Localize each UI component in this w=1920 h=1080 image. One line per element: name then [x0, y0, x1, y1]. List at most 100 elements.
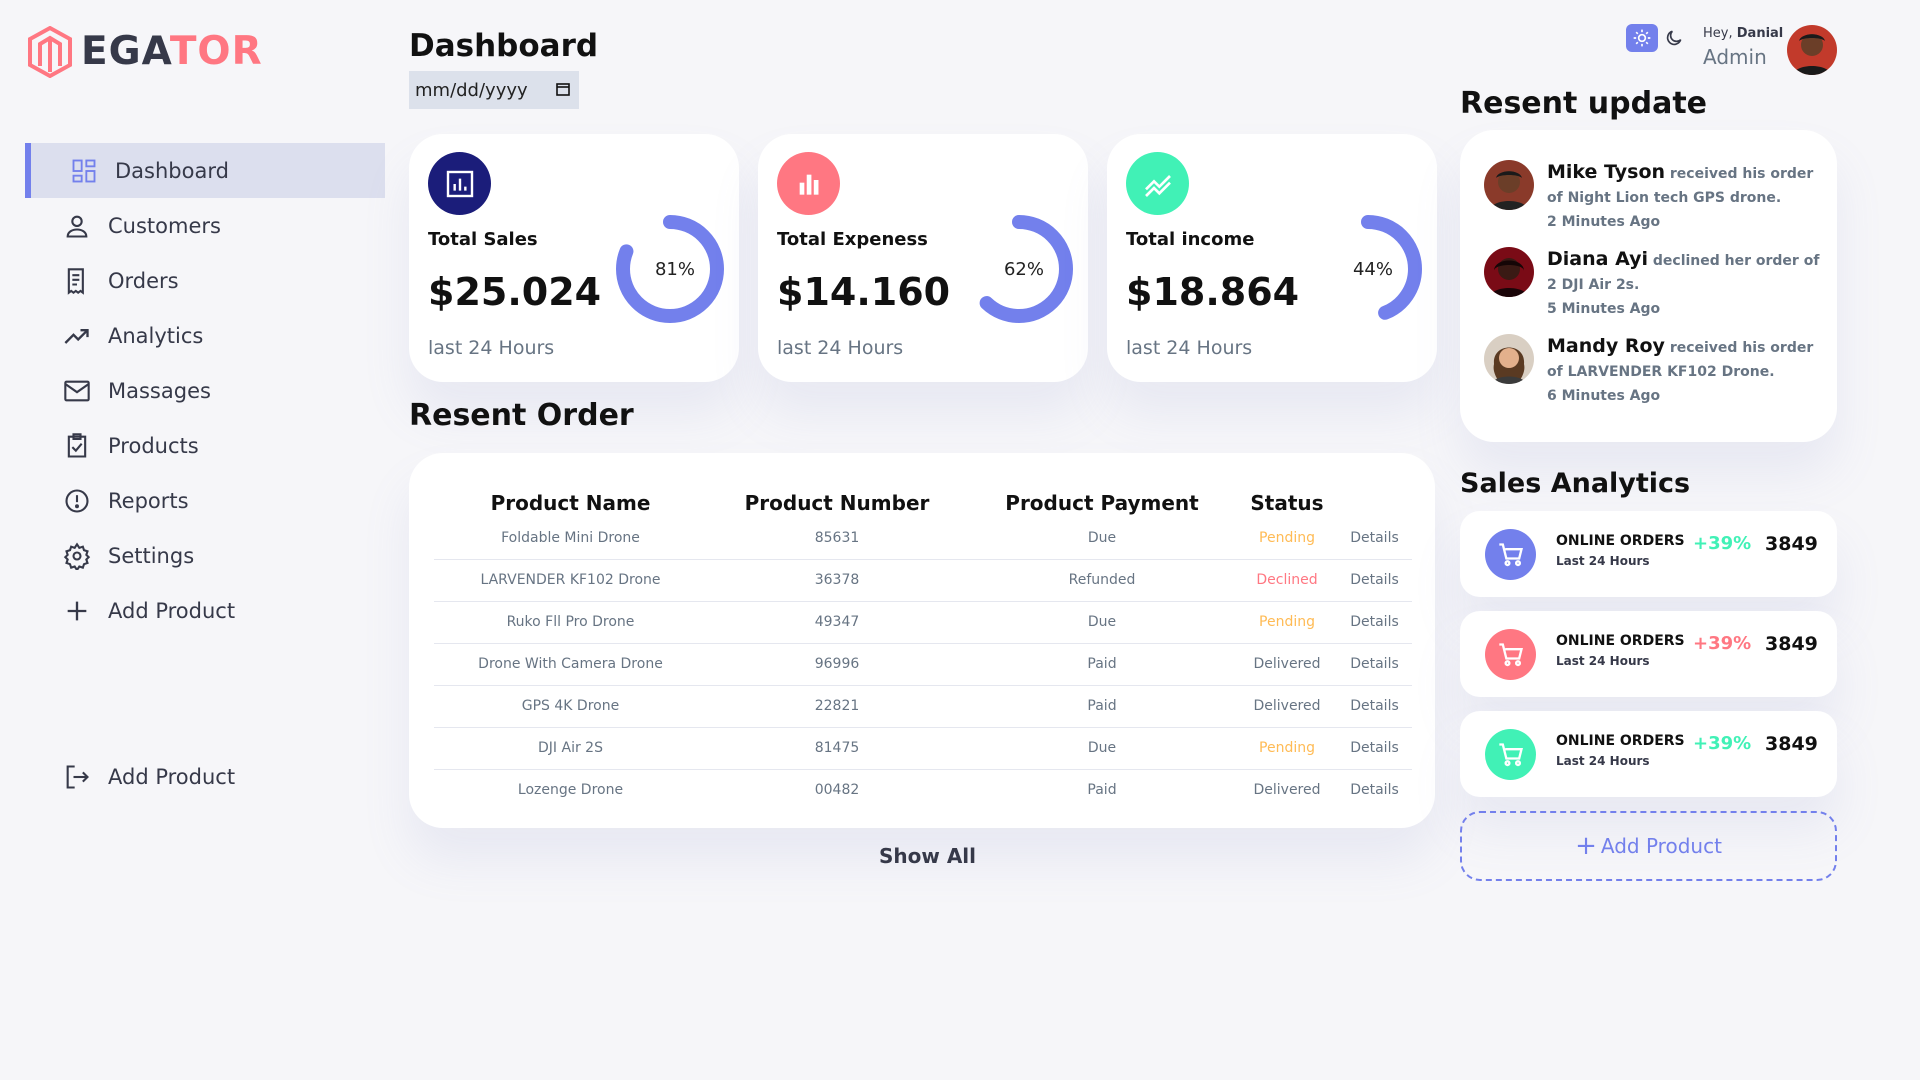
- calendar-icon[interactable]: [555, 81, 571, 97]
- plus-icon: +: [1575, 831, 1597, 861]
- cart-icon-container: [1485, 629, 1536, 680]
- details-link[interactable]: Details: [1337, 517, 1412, 560]
- card-total-expenses: Total Expeness $14.160 last 24 Hours 62%: [758, 134, 1088, 382]
- sales-analytics-item[interactable]: ONLINE ORDERS Last 24 Hours +39% 3849: [1460, 711, 1837, 797]
- card-label: Total income: [1126, 229, 1255, 250]
- profile-hey: Hey,: [1703, 26, 1733, 41]
- sidebar-item-massages[interactable]: Massages: [25, 363, 385, 418]
- cell-product-number: 96996: [707, 643, 967, 686]
- sidebar-nav: Dashboard Customers Orders Analytics Mas…: [25, 143, 385, 638]
- sidebar-item-label: Add Product: [108, 598, 236, 623]
- card-value: $18.864: [1126, 270, 1300, 314]
- sales-analytics-item[interactable]: ONLINE ORDERS Last 24 Hours +39% 3849: [1460, 611, 1837, 697]
- logo-icon: [28, 26, 72, 78]
- update-text: Mandy Roy received his order of LARVENDE…: [1547, 334, 1827, 408]
- recent-updates-title: Resent update: [1460, 86, 1708, 121]
- sales-item-title: ONLINE ORDERS: [1556, 733, 1685, 749]
- update-time: 6 Minutes Ago: [1547, 388, 1661, 404]
- dark-mode-button[interactable]: [1658, 24, 1690, 52]
- details-link[interactable]: Details: [1337, 727, 1412, 770]
- cell-product-number: 49347: [707, 601, 967, 644]
- recent-orders-table-container: Product Name Product Number Product Paym…: [409, 453, 1435, 828]
- sidebar-item-products[interactable]: Products: [25, 418, 385, 473]
- avatar: [1484, 334, 1534, 384]
- theme-toggle[interactable]: [1626, 24, 1690, 52]
- cell-product-number: 36378: [707, 559, 967, 602]
- details-link[interactable]: Details: [1337, 559, 1412, 602]
- sidebar-item-label: Massages: [108, 378, 211, 403]
- sidebar-item-dashboard[interactable]: Dashboard: [25, 143, 385, 198]
- card-percent: 81%: [654, 259, 695, 280]
- card-subtext: last 24 Hours: [1126, 337, 1253, 359]
- card-icon-container: [777, 152, 840, 215]
- details-link[interactable]: Details: [1337, 643, 1412, 686]
- cell-product-number: 85631: [707, 517, 967, 560]
- header-product-payment: Product Payment: [1005, 491, 1199, 515]
- recent-orders-table: Product Name Product Number Product Paym…: [434, 479, 1412, 811]
- sidebar: EGATOR Dashboard Customers Orders Analyt…: [0, 0, 390, 1080]
- details-link[interactable]: Details: [1337, 601, 1412, 644]
- header-details: [1337, 479, 1412, 517]
- cart-icon: [1498, 742, 1523, 766]
- update-name: Diana Ayi: [1547, 248, 1648, 270]
- sales-item-title: ONLINE ORDERS: [1556, 533, 1685, 549]
- details-link[interactable]: Details: [1337, 685, 1412, 728]
- sales-item-value: 3849: [1765, 733, 1818, 755]
- sidebar-item-settings[interactable]: Settings: [25, 528, 385, 583]
- sales-item-title: ONLINE ORDERS: [1556, 633, 1685, 649]
- brand-logo[interactable]: EGATOR: [27, 26, 263, 78]
- insights-cards: Total Sales $25.024 last 24 Hours 81% To…: [409, 134, 1439, 382]
- avatar: [1484, 160, 1534, 210]
- cell-status: Pending: [1237, 517, 1337, 560]
- update-name: Mike Tyson: [1547, 161, 1666, 183]
- cell-product-name: DJI Air 2S: [434, 727, 707, 770]
- cell-payment: Paid: [967, 685, 1237, 728]
- sales-item-percent: +39%: [1693, 733, 1752, 754]
- sidebar-item-label: Products: [108, 433, 199, 458]
- sidebar-item-add-product[interactable]: Add Product: [25, 583, 385, 638]
- cell-product-name: LARVENDER KF102 Drone: [434, 559, 707, 602]
- sales-item-subtitle: Last 24 Hours: [1556, 754, 1650, 768]
- sidebar-item-label: Customers: [108, 213, 221, 238]
- sidebar-item-analytics[interactable]: Analytics: [25, 308, 385, 363]
- plus-icon: [67, 601, 87, 620]
- brand-name: EGATOR: [81, 26, 263, 78]
- sidebar-item-customers[interactable]: Customers: [25, 198, 385, 253]
- cell-status: Delivered: [1237, 643, 1337, 686]
- show-all-link[interactable]: Show All: [879, 844, 976, 868]
- add-product-button[interactable]: + Add Product: [1460, 811, 1837, 881]
- sales-analytics-item[interactable]: ONLINE ORDERS Last 24 Hours +39% 3849: [1460, 511, 1837, 597]
- sales-item-subtitle: Last 24 Hours: [1556, 654, 1650, 668]
- cell-status: Delivered: [1237, 685, 1337, 728]
- table-row: DJI Air 2S 81475 Due Pending Details: [434, 727, 1412, 770]
- cart-icon: [1498, 542, 1523, 566]
- details-link[interactable]: Details: [1337, 769, 1412, 811]
- light-mode-button[interactable]: [1626, 24, 1658, 52]
- cell-payment: Paid: [1087, 782, 1117, 799]
- card-percent: 62%: [1003, 259, 1044, 280]
- sidebar-item-reports[interactable]: Reports: [25, 473, 385, 528]
- add-product-label: Add Product: [1600, 834, 1722, 858]
- cell-product-number: 22821: [707, 685, 967, 728]
- profile-photo: [1484, 160, 1534, 210]
- cell-status: Delivered: [1253, 782, 1321, 799]
- table-row: LARVENDER KF102 Drone 36378 Refunded Dec…: [434, 559, 1412, 602]
- sidebar-item-orders[interactable]: Orders: [25, 253, 385, 308]
- avatar[interactable]: [1787, 25, 1837, 75]
- cart-icon-container: [1485, 529, 1536, 580]
- cell-product-name: Ruko Fll Pro Drone: [434, 601, 707, 644]
- page-title: Dashboard: [409, 28, 599, 64]
- update-name: Mandy Roy: [1547, 335, 1665, 357]
- alert-icon: [65, 488, 89, 513]
- date-input[interactable]: mm/dd/yyyy: [409, 71, 579, 109]
- card-icon-container: [1126, 152, 1189, 215]
- trend-icon: [1144, 174, 1171, 197]
- sidebar-item-label: Dashboard: [115, 158, 229, 183]
- table-row: Drone With Camera Drone 96996 Paid Deliv…: [434, 643, 1412, 686]
- receipt-icon: [67, 267, 84, 295]
- bar-chart-icon: [799, 174, 818, 195]
- brand-name-part1: EGA: [81, 29, 170, 74]
- logout-button[interactable]: Add Product: [63, 763, 235, 791]
- cell-product-name: Lozenge Drone: [517, 782, 624, 799]
- card-total-income: Total income $18.864 last 24 Hours 44%: [1107, 134, 1437, 382]
